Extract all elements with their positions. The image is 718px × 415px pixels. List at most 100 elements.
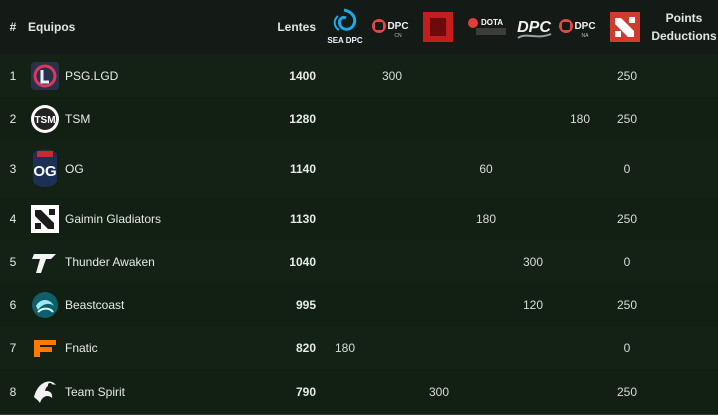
table-row[interactable]: 5 Thunder Awaken 1040 300 0: [0, 240, 718, 284]
event-points-cell: [415, 197, 463, 240]
rank-cell: 8: [9, 384, 17, 399]
table-row[interactable]: 8 Team Spirit 790 300 250: [0, 369, 718, 415]
rank-cell: 2: [9, 111, 17, 126]
event-points-cell: [321, 97, 369, 140]
event-points-cell: [462, 240, 510, 283]
svg-text:DPC: DPC: [517, 19, 551, 36]
event-points-cell: [415, 140, 463, 197]
event-points-cell: [321, 197, 369, 240]
event-points-cell: 250: [616, 68, 638, 83]
rank-cell: 4: [9, 211, 17, 226]
deductions-cell: [650, 240, 718, 283]
event-points-cell: 0: [623, 340, 631, 355]
event-points-cell: [556, 369, 604, 414]
team-name: Gaimin Gladiators: [65, 211, 162, 226]
points-cell: 1140: [289, 161, 316, 176]
event-points-cell: [556, 197, 604, 240]
deductions-cell: [650, 326, 718, 369]
deductions-cell: [650, 369, 718, 414]
event-points-cell: [462, 326, 510, 369]
points-header: Lentes: [277, 20, 316, 34]
event-points-cell: 300: [381, 68, 403, 83]
event-points-cell: [415, 240, 463, 283]
event-points-cell: [321, 240, 369, 283]
dota2-logo: [607, 6, 643, 48]
event-points-cell: [321, 54, 369, 97]
svg-text:CN: CN: [394, 33, 402, 39]
event-points-cell: [368, 283, 416, 326]
event-points-cell: 300: [428, 384, 450, 399]
event-points-cell: [556, 240, 604, 283]
event-points-cell: 250: [616, 111, 638, 126]
table-row[interactable]: 1 PSG.LGD 1400 300 250: [0, 54, 718, 98]
event-points-cell: [462, 97, 510, 140]
event-points-cell: 300: [522, 254, 544, 269]
table-row[interactable]: 7 Fnatic 820 180 0: [0, 326, 718, 370]
points-cell: 1280: [289, 111, 316, 126]
rank-cell: 1: [9, 68, 17, 83]
gaimin-gladiators-logo: [28, 197, 62, 240]
thunder-awaken-logo: [28, 240, 62, 283]
team-name: OG: [65, 161, 84, 176]
points-deductions-line1: Points: [665, 11, 703, 25]
team-name: Team Spirit: [65, 384, 126, 399]
event-points-cell: [509, 197, 557, 240]
rank-header: #: [9, 20, 17, 34]
event-points-cell: [509, 326, 557, 369]
event-points-cell: [415, 283, 463, 326]
event-points-cell: [368, 369, 416, 414]
event-points-cell: [321, 140, 369, 197]
event-points-cell: [368, 326, 416, 369]
deductions-cell: [650, 97, 718, 140]
event-points-cell: 120: [522, 297, 544, 312]
svg-text:TSM: TSM: [34, 115, 55, 126]
event-points-cell: 60: [479, 161, 493, 176]
standings-table: # Equipos Lentes SEA DPC DPC CN DOTA DPC…: [0, 0, 718, 415]
event-points-cell: [556, 326, 604, 369]
event-points-cell: [415, 97, 463, 140]
team-name: Fnatic: [65, 340, 98, 355]
event-points-cell: [556, 283, 604, 326]
event-points-cell: [368, 240, 416, 283]
og-logo: OG: [28, 140, 62, 197]
event-points-cell: [415, 326, 463, 369]
team-header: Equipos: [28, 20, 76, 34]
team-name: Thunder Awaken: [65, 254, 155, 269]
event-points-cell: 0: [623, 161, 631, 176]
svg-text:OG: OG: [33, 163, 56, 180]
event-points-cell: [509, 140, 557, 197]
event-points-cell: 250: [616, 384, 638, 399]
rank-cell: 3: [9, 161, 17, 176]
red-square-logo: [420, 6, 456, 48]
event-points-cell: [368, 197, 416, 240]
points-cell: 995: [295, 297, 316, 312]
event-points-cell: [556, 140, 604, 197]
points-deductions-header: Points Deductions: [650, 0, 718, 54]
points-cell: 1040: [289, 254, 316, 269]
svg-text:DOTA: DOTA: [481, 18, 503, 27]
sea-dpc-logo: SEA DPC: [325, 6, 365, 48]
points-cell: 790: [295, 384, 316, 399]
deductions-cell: [650, 197, 718, 240]
event-points-cell: 250: [616, 211, 638, 226]
event-points-cell: 180: [334, 340, 356, 355]
table-row[interactable]: 3 OG OG 1140 60 0: [0, 140, 718, 198]
event-points-cell: [509, 369, 557, 414]
psg-lgd-logo: [28, 54, 62, 97]
table-row[interactable]: 2 TSM TSM 1280 180 250: [0, 97, 718, 141]
points-cell: 1400: [289, 68, 316, 83]
rank-cell: 5: [9, 254, 17, 269]
deductions-cell: [650, 140, 718, 197]
event-points-cell: 180: [569, 111, 591, 126]
event-points-cell: 250: [616, 297, 638, 312]
dpc-western-logo: DPC: [512, 6, 556, 48]
table-row[interactable]: 4 Gaimin Gladiators 1130 180 250: [0, 197, 718, 241]
deductions-cell: [650, 283, 718, 326]
table-header: # Equipos Lentes SEA DPC DPC CN DOTA DPC…: [0, 0, 718, 55]
event-points-cell: [415, 54, 463, 97]
event-points-cell: 0: [623, 254, 631, 269]
dpc-na-logo: DPC NA: [558, 6, 602, 48]
event-points-cell: [556, 54, 604, 97]
table-row[interactable]: 6 Beastcoast 995 120 250: [0, 283, 718, 327]
fnatic-logo: [28, 326, 62, 369]
